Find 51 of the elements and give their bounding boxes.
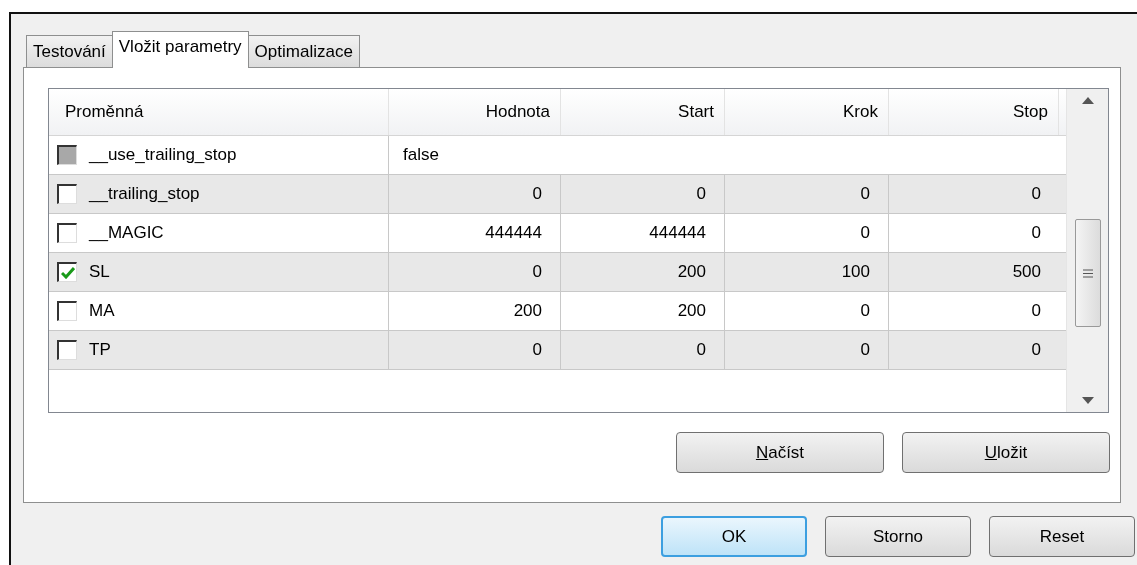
checkbox[interactable] [57, 262, 77, 282]
tab[interactable]: Vložit parametry [111, 31, 249, 68]
checkbox[interactable] [57, 223, 77, 243]
tab[interactable]: Optimalizace [247, 35, 360, 67]
scroll-up-icon [1081, 97, 1094, 104]
dialog-button[interactable]: Reset [989, 516, 1135, 557]
table-cell: 0 [532, 184, 542, 204]
table-cell: 0 [860, 340, 870, 360]
table-cell: 0 [696, 184, 706, 204]
column-header[interactable]: Start [561, 89, 725, 135]
table-cell: 500 [1012, 262, 1041, 282]
table-cell: 200 [677, 262, 706, 282]
parameter-name: __MAGIC [89, 223, 164, 243]
table-cell: 0 [860, 301, 870, 321]
table-cell: false [403, 145, 439, 165]
column-header[interactable]: Proměnná [49, 89, 389, 135]
table-cell: 200 [513, 301, 542, 321]
table-cell: 444444 [649, 223, 706, 243]
table-cell: 444444 [485, 223, 542, 243]
check-icon [60, 266, 75, 279]
checkbox[interactable] [57, 301, 77, 321]
scrollbar[interactable] [1066, 89, 1108, 412]
table-cell: 100 [841, 262, 870, 282]
scroll-down-icon [1081, 397, 1094, 404]
column-header[interactable]: Hodnota [389, 89, 561, 135]
table-cell: 0 [1031, 301, 1041, 321]
parameter-name: MA [89, 301, 115, 321]
table-cell: 0 [696, 340, 706, 360]
table-cell: 0 [1031, 184, 1041, 204]
panel-button[interactable]: Uložit [902, 432, 1110, 473]
table-cell: 0 [1031, 340, 1041, 360]
column-header[interactable]: Krok [725, 89, 889, 135]
column-header[interactable]: Stop [889, 89, 1059, 135]
table-cell: 0 [860, 184, 870, 204]
dialog-button[interactable]: Storno [825, 516, 971, 557]
table-cell: 0 [1031, 223, 1041, 243]
parameter-name: __use_trailing_stop [89, 145, 237, 165]
parameter-name: SL [89, 262, 110, 282]
checkbox[interactable] [57, 184, 77, 204]
table-cell: 0 [532, 340, 542, 360]
table-cell: 0 [860, 223, 870, 243]
table-cell: 200 [677, 301, 706, 321]
grip-icon [1082, 268, 1093, 278]
scroll-thumb[interactable] [1074, 219, 1101, 327]
parameter-name: __trailing_stop [89, 184, 200, 204]
panel-button[interactable]: Načíst [676, 432, 884, 473]
tab[interactable]: Testování [26, 35, 113, 67]
table-cell: 0 [532, 262, 542, 282]
dialog-button[interactable]: OK [661, 516, 807, 557]
parameter-name: TP [89, 340, 111, 360]
checkbox[interactable] [57, 340, 77, 360]
